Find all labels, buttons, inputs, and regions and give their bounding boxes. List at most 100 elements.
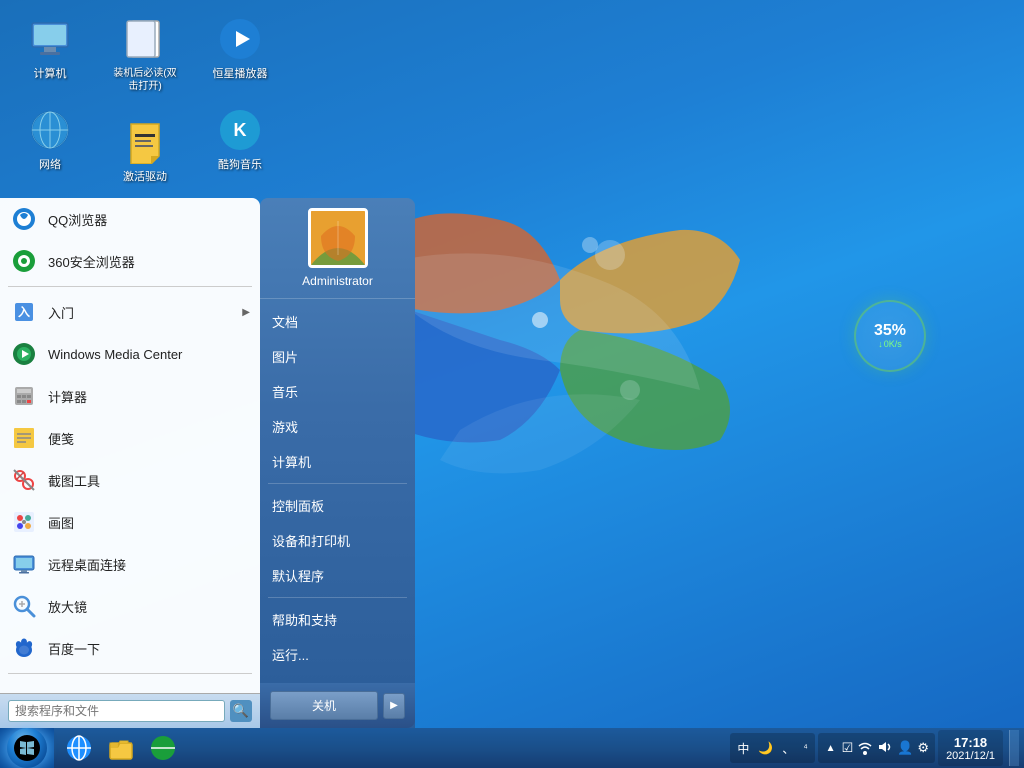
clock-date: 2021/12/1 <box>946 750 995 762</box>
ime-lang[interactable]: 中 <box>734 739 752 758</box>
tray-checkbox-icon[interactable]: ☑ <box>842 740 854 756</box>
computer-icon-label: 计算机 <box>34 67 67 81</box>
ime-mode[interactable]: 🌙 <box>755 740 776 756</box>
remote-desktop-label: 远程桌面连接 <box>48 555 250 574</box>
intro-arrow: ▶ <box>242 307 250 318</box>
shutdown-arrow-button[interactable]: ▶ <box>383 693 405 719</box>
install-guide-label: 装机后必读(双击打开) <box>110 67 180 93</box>
menu-divider-2 <box>8 673 252 674</box>
show-desktop-button[interactable] <box>1009 730 1019 766</box>
user-name: Administrator <box>302 274 373 288</box>
paint-label: 画图 <box>48 513 250 532</box>
right-menu-items: 文档 图片 音乐 游戏 计算机 控制面板 设备 <box>260 299 415 683</box>
speed-down: ↓ 0K/s <box>878 339 902 349</box>
start-item-intro[interactable]: 入 入门 ▶ <box>0 291 260 333</box>
desktop-icon-media[interactable]: 恒星播放器 <box>200 10 280 86</box>
snipping-tool-icon <box>10 466 38 494</box>
right-item-music[interactable]: 音乐 <box>260 374 415 409</box>
right-item-devices[interactable]: 设备和打印机 <box>260 523 415 558</box>
clock-time: 17:18 <box>954 735 987 750</box>
right-item-help[interactable]: 帮助和支持 <box>260 602 415 637</box>
ime-punct[interactable]: 、 <box>779 739 797 758</box>
browser-360-icon <box>10 247 38 275</box>
start-item-snipping[interactable]: 截图工具 <box>0 459 260 501</box>
right-item-games[interactable]: 游戏 <box>260 409 415 444</box>
start-item-paint[interactable]: 画图 <box>0 501 260 543</box>
right-item-computer[interactable]: 计算机 <box>260 444 415 479</box>
start-item-360-browser[interactable]: 360安全浏览器 <box>0 240 260 282</box>
network-icon <box>26 106 74 154</box>
right-item-documents[interactable]: 文档 <box>260 304 415 339</box>
intro-label: 入门 <box>48 303 232 322</box>
taskbar-explorer[interactable] <box>101 730 141 766</box>
desktop-icon-qqmusic[interactable]: K 酷狗音乐 <box>200 101 280 177</box>
start-item-sticky[interactable]: 便笺 <box>0 417 260 459</box>
desktop-icon-network[interactable]: 网络 <box>10 101 90 177</box>
all-programs-icon <box>10 685 38 693</box>
tray-volume-icon[interactable] <box>877 739 893 758</box>
taskbar-ie[interactable] <box>59 730 99 766</box>
ime-extra[interactable]: ⁴ <box>800 742 810 755</box>
computer-icon <box>26 15 74 63</box>
right-item-run[interactable]: 运行... <box>260 637 415 672</box>
media-player-icon <box>216 15 264 63</box>
search-input[interactable] <box>8 700 225 722</box>
driver-activate-label: 激活驱动 <box>123 170 167 184</box>
right-item-control-panel[interactable]: 控制面板 <box>260 488 415 523</box>
right-item-pictures[interactable]: 图片 <box>260 339 415 374</box>
start-item-all-programs[interactable]: 所有程序 <box>0 678 260 693</box>
tray-gear-icon[interactable]: ⚙ <box>917 740 929 756</box>
start-item-qq-browser[interactable]: QQ浏览器 <box>0 198 260 240</box>
desktop-icon-computer[interactable]: 计算机 <box>10 10 90 86</box>
magnifier-label: 放大镜 <box>48 597 250 616</box>
qqmusic-icon: K <box>216 106 264 154</box>
qqmusic-label: 酷狗音乐 <box>218 158 262 172</box>
right-item-default-programs[interactable]: 默认程序 <box>260 558 415 593</box>
start-menu-right: Administrator 文档 图片 音乐 游戏 计算机 <box>260 198 415 728</box>
intro-icon: 入 <box>10 298 38 326</box>
tray-icons: ▲ ☑ 👤 ⚙ <box>818 733 935 763</box>
tray-expand-arrow[interactable]: ▲ <box>824 741 838 756</box>
network-icon-label: 网络 <box>39 158 61 172</box>
system-tray: 中 🌙 、 ⁴ ▲ ☑ 👤 ⚙ 17:18 20 <box>725 730 1024 766</box>
snipping-label: 截图工具 <box>48 471 250 490</box>
start-orb <box>7 728 47 768</box>
install-guide-icon <box>121 15 169 63</box>
taskbar-ie2[interactable] <box>143 730 183 766</box>
clock[interactable]: 17:18 2021/12/1 <box>938 730 1003 766</box>
wmc-icon <box>10 340 38 368</box>
tray-network-icon[interactable] <box>857 739 873 758</box>
desktop-icon-install[interactable]: 装机后必读(双击打开) <box>105 10 185 98</box>
start-item-magnifier[interactable]: 放大镜 <box>0 585 260 627</box>
search-button[interactable]: 🔍 <box>230 700 252 722</box>
tray-user-icon[interactable]: 👤 <box>897 740 913 756</box>
qq-browser-label: QQ浏览器 <box>48 210 250 229</box>
svg-text:K: K <box>234 120 247 140</box>
start-search-bar: 🔍 <box>0 693 260 728</box>
user-avatar <box>308 208 368 268</box>
remote-desktop-icon <box>10 550 38 578</box>
qq-browser-icon <box>10 205 38 233</box>
network-speed-widget[interactable]: 35% ↓ 0K/s <box>854 300 934 380</box>
taskbar: 中 🌙 、 ⁴ ▲ ☑ 👤 ⚙ 17:18 20 <box>0 728 1024 768</box>
start-item-baidu[interactable]: 百度一下 <box>0 627 260 669</box>
start-menu-items: QQ浏览器 360安全浏览器 入 入门 ▶ <box>0 198 260 693</box>
start-menu-left: QQ浏览器 360安全浏览器 入 入门 ▶ <box>0 198 260 728</box>
desktop-icon-driver[interactable]: 激活驱动 <box>105 113 185 189</box>
start-item-wmc[interactable]: Windows Media Center <box>0 333 260 375</box>
desktop-icons: 计算机 网络 装机后必读(双击打开) 激活驱动 恒星播放器 <box>10 10 280 189</box>
media-player-label: 恒星播放器 <box>213 67 268 81</box>
start-item-calculator[interactable]: 计算器 <box>0 375 260 417</box>
menu-divider-1 <box>8 286 252 287</box>
svg-text:入: 入 <box>18 305 30 319</box>
shutdown-button[interactable]: 关机 <box>270 691 378 720</box>
browser-360-label: 360安全浏览器 <box>48 252 250 271</box>
baidu-icon <box>10 634 38 662</box>
wmc-label: Windows Media Center <box>48 347 250 362</box>
calculator-label: 计算器 <box>48 387 250 406</box>
taskbar-items <box>54 730 725 766</box>
start-item-remote[interactable]: 远程桌面连接 <box>0 543 260 585</box>
speed-percent: 35% <box>874 323 906 339</box>
start-button[interactable] <box>0 728 54 768</box>
sticky-notes-label: 便笺 <box>48 429 250 448</box>
